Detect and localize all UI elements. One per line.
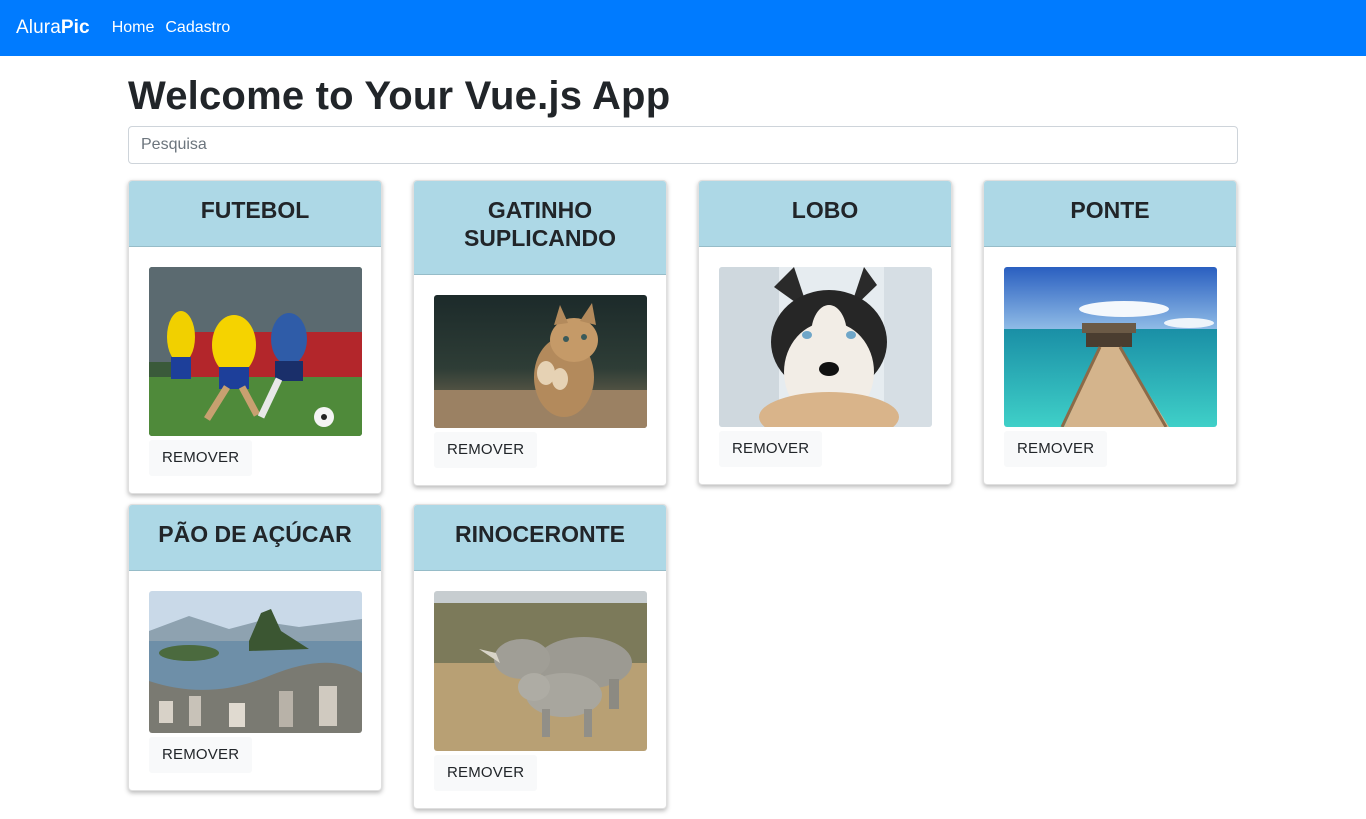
card-body: REMOVER — [129, 571, 381, 773]
card-body: REMOVER — [414, 571, 666, 791]
photo-card-ponte: PONTE REMOVER — [983, 180, 1237, 485]
brand-logo[interactable]: AluraPic — [16, 17, 90, 39]
remove-button[interactable]: REMOVER — [1004, 431, 1108, 467]
photo-card-futebol: FUTEBOL REMOVER — [128, 180, 382, 494]
photo-gatinho — [434, 295, 647, 428]
page-title: Welcome to Your Vue.js App — [128, 74, 671, 118]
photo-lobo — [719, 267, 932, 427]
remove-button[interactable]: REMOVER — [434, 755, 538, 791]
card-title: LOBO — [699, 181, 951, 247]
nav-home-link[interactable]: Home — [112, 19, 155, 37]
search-input[interactable] — [128, 126, 1238, 164]
remove-button[interactable]: REMOVER — [149, 440, 253, 476]
card-body: REMOVER — [129, 247, 381, 476]
photo-card-pao-de-acucar: PÃO DE AÇÚCAR REMOVER — [128, 504, 382, 791]
card-body: REMOVER — [699, 247, 951, 467]
photo-futebol — [149, 267, 362, 436]
brand-light: Alura — [16, 17, 61, 38]
brand-bold: Pic — [60, 17, 90, 38]
photo-card-gatinho: GATINHO SUPLICANDO REMOVER — [413, 180, 667, 486]
remove-button[interactable]: REMOVER — [149, 737, 253, 773]
card-title: PÃO DE AÇÚCAR — [129, 505, 381, 571]
card-title: GATINHO SUPLICANDO — [414, 181, 666, 275]
photo-pao-de-acucar — [149, 591, 362, 733]
card-title: PONTE — [984, 181, 1236, 247]
nav-cadastro-link[interactable]: Cadastro — [165, 19, 230, 37]
navbar: AluraPic Home Cadastro — [0, 0, 1366, 56]
card-body: REMOVER — [414, 275, 666, 468]
card-body: REMOVER — [984, 247, 1236, 467]
photo-ponte — [1004, 267, 1217, 427]
card-title: RINOCERONTE — [414, 505, 666, 571]
photo-rinoceronte — [434, 591, 647, 751]
remove-button[interactable]: REMOVER — [434, 432, 538, 468]
photo-card-rinoceronte: RINOCERONTE REMOVER — [413, 504, 667, 809]
photo-card-lobo: LOBO REMOVER — [698, 180, 952, 485]
remove-button[interactable]: REMOVER — [719, 431, 823, 467]
card-title: FUTEBOL — [129, 181, 381, 247]
